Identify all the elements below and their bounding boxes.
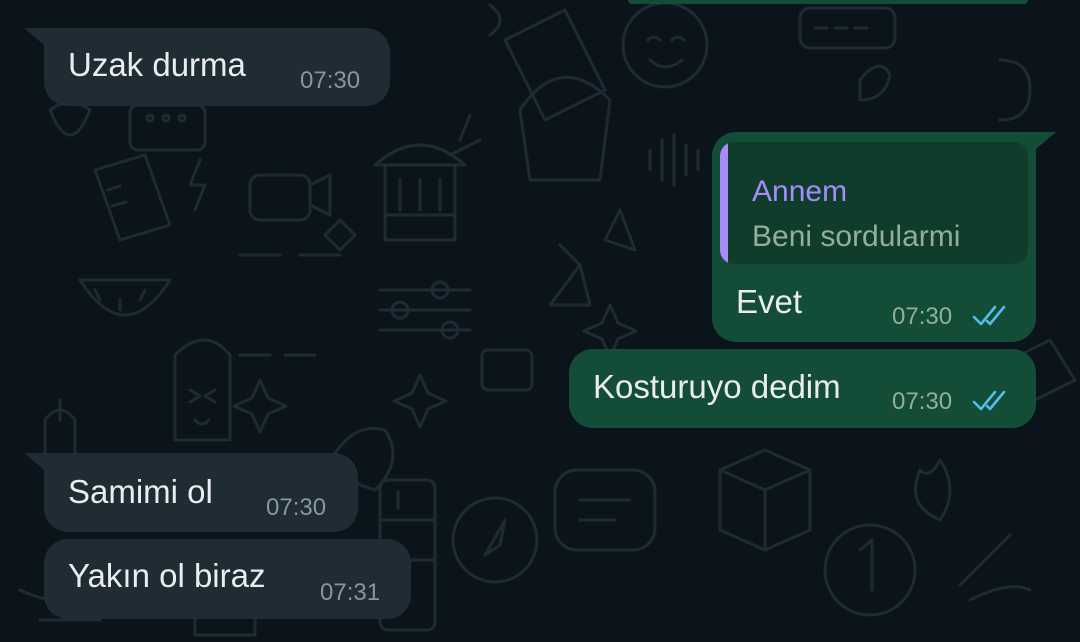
message-bubble[interactable]: Kosturuyo dedim 07:30	[569, 349, 1036, 428]
quoted-message[interactable]: Annem Beni sordularmi	[720, 142, 1028, 264]
message-text: Uzak durma	[68, 46, 246, 83]
message-timestamp: 07:30	[300, 67, 361, 94]
message-text: Yakın ol biraz	[68, 557, 266, 594]
message-bubble[interactable]: Annem Beni sordularmi Evet 07:30	[712, 132, 1036, 342]
message-bubble[interactable]: Yakın ol biraz 07:31	[44, 539, 411, 619]
message-text: Samimi ol	[68, 473, 213, 510]
message-timestamp: 07:31	[320, 579, 381, 606]
message-timestamp: 07:30	[892, 303, 953, 330]
message-timestamp: 07:30	[266, 494, 327, 521]
double-check-icon	[972, 305, 1006, 326]
message-bubble[interactable]: Uzak durma 07:30	[44, 28, 390, 106]
message-timestamp: 07:30	[892, 388, 953, 415]
message-text: Kosturuyo dedim	[593, 368, 841, 405]
double-check-icon	[972, 390, 1006, 411]
previous-message-edge	[628, 0, 1028, 4]
quoted-text: Beni sordularmi	[752, 220, 961, 253]
message-bubble[interactable]: Samimi ol 07:30	[44, 453, 358, 532]
message-text: Evet	[736, 283, 803, 320]
quote-accent-bar	[720, 142, 728, 264]
quoted-author: Annem	[752, 175, 848, 208]
